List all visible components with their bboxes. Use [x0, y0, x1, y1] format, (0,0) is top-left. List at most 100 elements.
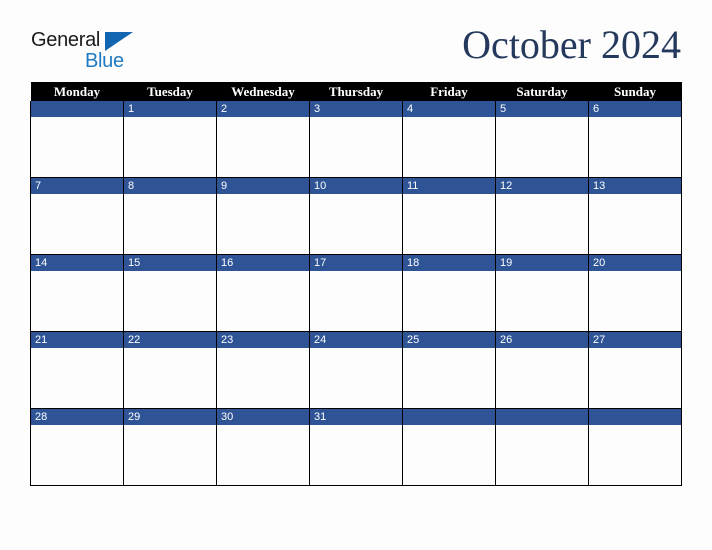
brand-name-general: General	[31, 29, 101, 51]
day-events-area[interactable]	[403, 271, 495, 331]
calendar-day-cell[interactable]: 16	[216, 254, 310, 332]
calendar-day-cell[interactable]: 2	[216, 101, 310, 178]
calendar-day-cell[interactable]: 5	[495, 101, 589, 178]
day-number: 8	[124, 178, 216, 194]
day-number: 31	[310, 409, 402, 425]
day-events-area[interactable]	[310, 194, 402, 254]
calendar-week-row: 28 29 30 31	[30, 408, 682, 486]
calendar-day-cell[interactable]: 20	[588, 254, 682, 332]
calendar-body: 1 2 3 4 5 6 7 8 9 10 11 12 13 14 15 16 1…	[30, 101, 682, 486]
day-number: 23	[217, 332, 309, 348]
calendar-day-cell[interactable]: 6	[588, 101, 682, 178]
calendar-day-cell[interactable]: 19	[495, 254, 589, 332]
calendar-table: Monday Tuesday Wednesday Thursday Friday…	[30, 82, 682, 486]
day-events-area[interactable]	[589, 271, 681, 331]
day-events-area[interactable]	[310, 271, 402, 331]
day-number: 17	[310, 255, 402, 271]
day-events-area[interactable]	[403, 117, 495, 177]
calendar-day-cell[interactable]	[588, 408, 682, 486]
calendar-day-cell[interactable]: 26	[495, 331, 589, 409]
day-number: 27	[589, 332, 681, 348]
day-number: 7	[31, 178, 123, 194]
day-events-area[interactable]	[310, 117, 402, 177]
calendar-day-cell[interactable]: 30	[216, 408, 310, 486]
day-events-area[interactable]	[124, 117, 216, 177]
day-events-area[interactable]	[496, 194, 588, 254]
calendar-day-cell[interactable]	[495, 408, 589, 486]
calendar-day-cell[interactable]: 10	[309, 177, 403, 255]
day-events-area[interactable]	[589, 425, 681, 485]
weekday-header-friday: Friday	[402, 82, 496, 101]
day-events-area[interactable]	[310, 425, 402, 485]
day-number: 19	[496, 255, 588, 271]
weekday-header-tuesday: Tuesday	[123, 82, 217, 101]
calendar-day-cell[interactable]: 1	[123, 101, 217, 178]
calendar-day-cell[interactable]: 12	[495, 177, 589, 255]
calendar-day-cell[interactable]: 13	[588, 177, 682, 255]
calendar-day-cell[interactable]: 24	[309, 331, 403, 409]
calendar-day-cell[interactable]: 28	[30, 408, 124, 486]
day-events-area[interactable]	[31, 117, 123, 177]
calendar-day-cell[interactable]: 27	[588, 331, 682, 409]
calendar-day-cell[interactable]	[402, 408, 496, 486]
day-events-area[interactable]	[217, 271, 309, 331]
day-number: 3	[310, 101, 402, 117]
calendar-day-cell[interactable]	[30, 101, 124, 178]
day-number: 29	[124, 409, 216, 425]
calendar-day-cell[interactable]: 15	[123, 254, 217, 332]
day-events-area[interactable]	[124, 194, 216, 254]
calendar-day-cell[interactable]: 9	[216, 177, 310, 255]
calendar-container: Monday Tuesday Wednesday Thursday Friday…	[30, 82, 682, 486]
day-number: 20	[589, 255, 681, 271]
day-events-area[interactable]	[31, 348, 123, 408]
calendar-day-cell[interactable]: 29	[123, 408, 217, 486]
day-events-area[interactable]	[403, 194, 495, 254]
day-events-area[interactable]	[589, 117, 681, 177]
day-events-area[interactable]	[31, 194, 123, 254]
day-events-area[interactable]	[217, 194, 309, 254]
day-number: 11	[403, 178, 495, 194]
day-number: 21	[31, 332, 123, 348]
day-events-area[interactable]	[217, 117, 309, 177]
day-number: 16	[217, 255, 309, 271]
weekday-header-saturday: Saturday	[495, 82, 589, 101]
day-events-area[interactable]	[217, 425, 309, 485]
day-number: 26	[496, 332, 588, 348]
calendar-day-cell[interactable]: 23	[216, 331, 310, 409]
calendar-header-row-group: Monday Tuesday Wednesday Thursday Friday…	[30, 82, 682, 101]
calendar-day-cell[interactable]: 18	[402, 254, 496, 332]
day-number: 15	[124, 255, 216, 271]
day-events-area[interactable]	[217, 348, 309, 408]
calendar-day-cell[interactable]: 31	[309, 408, 403, 486]
day-events-area[interactable]	[496, 271, 588, 331]
day-number	[403, 409, 495, 425]
day-events-area[interactable]	[124, 271, 216, 331]
day-events-area[interactable]	[310, 348, 402, 408]
brand-name-blue: Blue	[85, 50, 124, 72]
day-events-area[interactable]	[589, 194, 681, 254]
day-number: 30	[217, 409, 309, 425]
calendar-day-cell[interactable]: 11	[402, 177, 496, 255]
day-events-area[interactable]	[496, 117, 588, 177]
blue-triangle-icon	[105, 32, 133, 51]
calendar-day-cell[interactable]: 3	[309, 101, 403, 178]
day-events-area[interactable]	[496, 348, 588, 408]
calendar-day-cell[interactable]: 25	[402, 331, 496, 409]
day-events-area[interactable]	[31, 271, 123, 331]
calendar-day-cell[interactable]: 22	[123, 331, 217, 409]
day-events-area[interactable]	[124, 348, 216, 408]
calendar-day-cell[interactable]: 7	[30, 177, 124, 255]
day-number: 6	[589, 101, 681, 117]
calendar-day-cell[interactable]: 4	[402, 101, 496, 178]
day-events-area[interactable]	[403, 348, 495, 408]
day-events-area[interactable]	[403, 425, 495, 485]
calendar-day-cell[interactable]: 21	[30, 331, 124, 409]
calendar-day-cell[interactable]: 17	[309, 254, 403, 332]
weekday-header-wednesday: Wednesday	[216, 82, 310, 101]
day-events-area[interactable]	[589, 348, 681, 408]
day-events-area[interactable]	[31, 425, 123, 485]
day-events-area[interactable]	[496, 425, 588, 485]
day-events-area[interactable]	[124, 425, 216, 485]
calendar-day-cell[interactable]: 8	[123, 177, 217, 255]
calendar-day-cell[interactable]: 14	[30, 254, 124, 332]
